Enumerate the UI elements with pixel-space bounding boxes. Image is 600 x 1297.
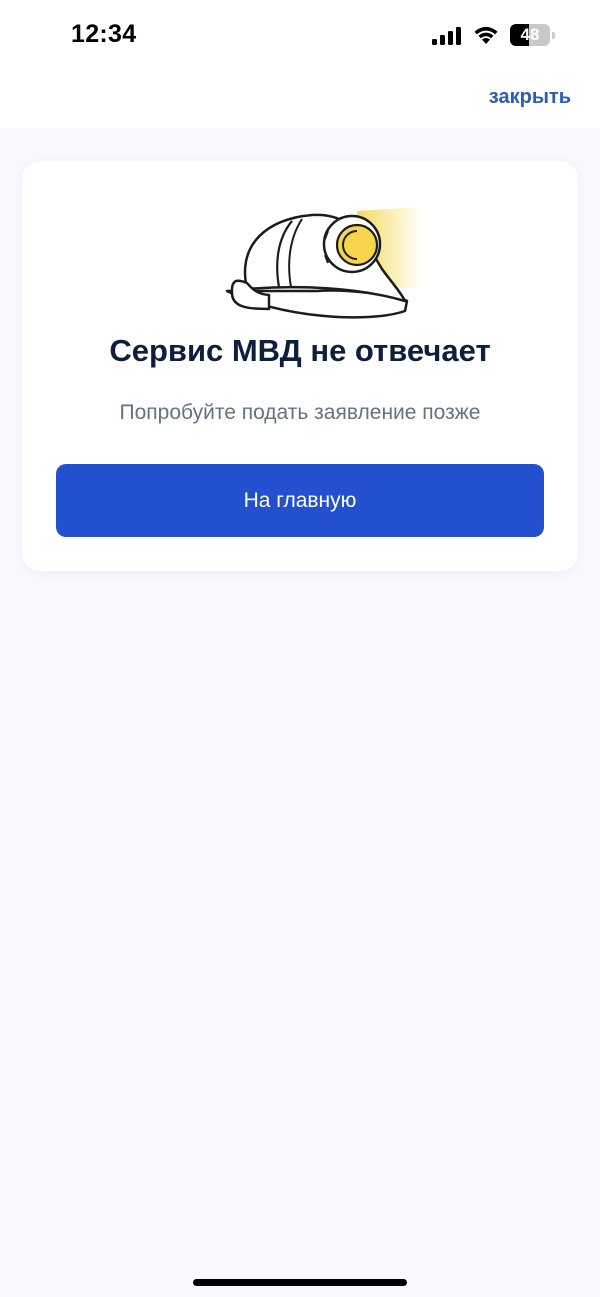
battery-level: 48 [520, 25, 540, 44]
battery-cap [552, 32, 555, 39]
battery-icon: 48 [510, 24, 556, 46]
status-time: 12:34 [71, 20, 137, 48]
cellular-signal-icon [432, 27, 461, 45]
error-subtitle: Попробуйте подать заявление позже [119, 401, 481, 424]
status-bar: 12:34 48 [0, 0, 600, 70]
error-card: Сервис МВД не отвечает Попробуйте подать… [22, 161, 578, 571]
error-title: Сервис МВД не отвечает [109, 333, 491, 368]
top-nav: закрыть [0, 70, 600, 128]
wifi-icon [474, 26, 498, 44]
home-indicator[interactable] [193, 1279, 407, 1286]
go-home-button[interactable]: На главную [56, 464, 544, 537]
close-button[interactable]: закрыть [489, 86, 571, 109]
miner-helmet-icon [225, 207, 422, 319]
battery-body: 48 [510, 24, 550, 46]
